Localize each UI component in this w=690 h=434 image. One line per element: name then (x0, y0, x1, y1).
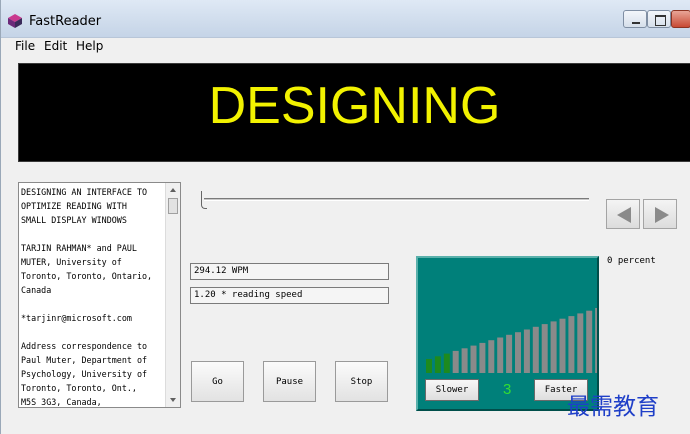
speed-bar (532, 326, 539, 373)
watermark-logo: 最需教育 (567, 394, 659, 420)
position-slider-thumb[interactable] (201, 191, 207, 209)
next-button[interactable] (643, 199, 677, 229)
go-button[interactable]: Go (191, 361, 244, 402)
app-cube-icon (8, 14, 22, 28)
menu-bar: File Edit Help (1, 38, 690, 54)
source-text: DESIGNING AN INTERFACE TO OPTIMIZE READI… (21, 187, 153, 407)
stop-button[interactable]: Stop (335, 361, 388, 402)
menu-edit[interactable]: Edit (44, 39, 67, 53)
triangle-left-icon (617, 207, 631, 223)
speed-bar (443, 353, 450, 373)
triangle-right-icon (655, 207, 669, 223)
speed-bar (506, 334, 513, 373)
minimize-button[interactable] (623, 10, 647, 28)
speed-bar (461, 348, 468, 373)
scroll-down-icon[interactable] (170, 398, 176, 402)
close-button[interactable] (671, 10, 690, 28)
speed-bar (523, 329, 530, 373)
speed-bar (515, 332, 521, 373)
speed-bar (488, 340, 495, 373)
speed-bar (541, 324, 548, 373)
speed-bar (550, 321, 557, 373)
speed-bar (586, 310, 593, 373)
maximize-button[interactable] (647, 10, 671, 28)
speed-bar (577, 313, 584, 373)
maximize-icon (648, 11, 670, 27)
menu-help[interactable]: Help (76, 39, 103, 53)
menu-file[interactable]: File (15, 39, 35, 53)
speed-bar (452, 350, 459, 373)
speed-bar (497, 337, 504, 373)
current-word: DESIGNING (208, 77, 501, 135)
percent-label: 0 percent (607, 256, 656, 266)
title-bar: FastReader (1, 0, 690, 38)
minimize-icon (624, 11, 646, 27)
speed-bar (470, 345, 477, 373)
previous-button[interactable] (606, 199, 640, 229)
fastreader-window: FastReader File Edit Help DESIGNING DESI… (0, 0, 690, 434)
pause-button[interactable]: Pause (263, 361, 316, 402)
word-display: DESIGNING (18, 63, 690, 162)
speed-bar (479, 342, 486, 373)
scroll-up-icon[interactable] (170, 188, 176, 192)
source-text-area[interactable]: DESIGNING AN INTERFACE TO OPTIMIZE READI… (18, 182, 181, 408)
reading-speed-field: 1.20 * reading speed (190, 287, 389, 304)
speed-bar (434, 356, 441, 373)
watermark-text: 最需教育 (567, 394, 659, 420)
scroll-thumb[interactable] (168, 198, 178, 214)
wpm-field: 294.12 WPM (190, 263, 389, 280)
window-title: FastReader (29, 14, 102, 29)
speed-bar (568, 316, 575, 373)
speed-bar (559, 318, 566, 373)
speed-bar (426, 359, 432, 373)
text-scrollbar[interactable] (165, 183, 180, 407)
slower-button[interactable]: Slower (425, 379, 479, 401)
position-slider-track[interactable] (204, 198, 589, 201)
speed-bar (595, 308, 597, 373)
speed-level-value: 3 (503, 381, 512, 398)
